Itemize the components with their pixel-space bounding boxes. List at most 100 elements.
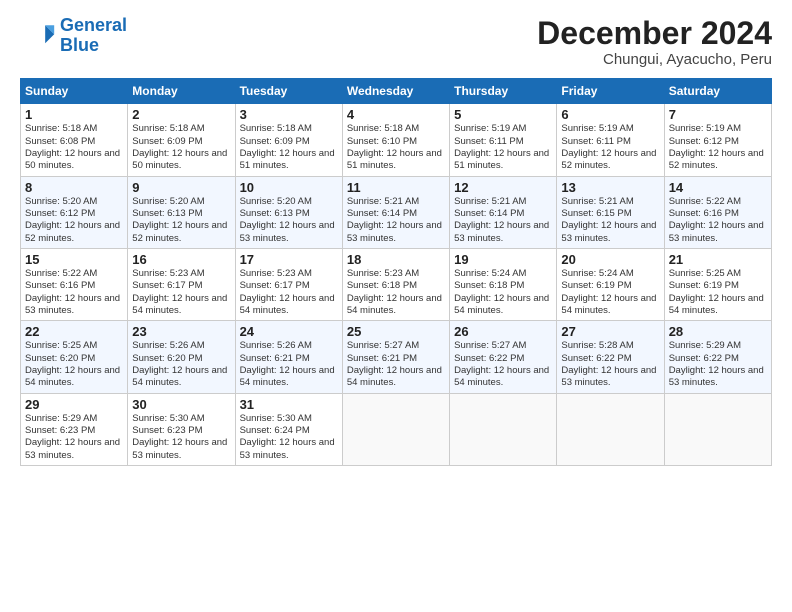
day-info-line: Sunset: 6:08 PM <box>25 136 123 148</box>
day-info-line: Daylight: 12 hours and 51 minutes. <box>347 148 445 173</box>
day-info-line: Sunrise: 5:18 AM <box>25 123 123 135</box>
header-day-tuesday: Tuesday <box>235 79 342 104</box>
location-subtitle: Chungui, Ayacucho, Peru <box>537 51 772 68</box>
day-number: 16 <box>132 252 230 267</box>
day-number: 28 <box>669 324 767 339</box>
day-number: 13 <box>561 180 659 195</box>
calendar-cell <box>557 393 664 465</box>
calendar-cell: 6Sunrise: 5:19 AMSunset: 6:11 PMDaylight… <box>557 104 664 176</box>
day-info-line: Daylight: 12 hours and 52 minutes. <box>25 220 123 245</box>
day-info-line: Sunset: 6:20 PM <box>25 353 123 365</box>
day-number: 22 <box>25 324 123 339</box>
calendar-cell: 20Sunrise: 5:24 AMSunset: 6:19 PMDayligh… <box>557 248 664 320</box>
day-info-line: Sunrise: 5:30 AM <box>132 413 230 425</box>
calendar-cell: 28Sunrise: 5:29 AMSunset: 6:22 PMDayligh… <box>664 321 771 393</box>
calendar-cell: 21Sunrise: 5:25 AMSunset: 6:19 PMDayligh… <box>664 248 771 320</box>
day-info-line: Sunset: 6:22 PM <box>561 353 659 365</box>
day-info-line: Daylight: 12 hours and 54 minutes. <box>347 365 445 390</box>
day-info-line: Daylight: 12 hours and 53 minutes. <box>669 220 767 245</box>
day-info-line: Sunrise: 5:19 AM <box>669 123 767 135</box>
day-info-line: Sunset: 6:21 PM <box>240 353 338 365</box>
day-info-line: Sunrise: 5:21 AM <box>347 196 445 208</box>
day-number: 3 <box>240 107 338 122</box>
day-info-line: Daylight: 12 hours and 54 minutes. <box>240 365 338 390</box>
day-number: 24 <box>240 324 338 339</box>
header: General Blue December 2024 Chungui, Ayac… <box>20 16 772 68</box>
day-info-line: Sunrise: 5:19 AM <box>454 123 552 135</box>
logo-line1: General <box>60 15 127 35</box>
day-info-line: Sunrise: 5:25 AM <box>669 268 767 280</box>
calendar-cell: 15Sunrise: 5:22 AMSunset: 6:16 PMDayligh… <box>21 248 128 320</box>
calendar-cell: 12Sunrise: 5:21 AMSunset: 6:14 PMDayligh… <box>450 176 557 248</box>
day-info-line: Daylight: 12 hours and 53 minutes. <box>561 365 659 390</box>
day-info-line: Daylight: 12 hours and 54 minutes. <box>454 293 552 318</box>
logo: General Blue <box>20 16 127 56</box>
day-number: 30 <box>132 397 230 412</box>
day-number: 27 <box>561 324 659 339</box>
day-info-line: Daylight: 12 hours and 52 minutes. <box>132 220 230 245</box>
calendar-cell: 17Sunrise: 5:23 AMSunset: 6:17 PMDayligh… <box>235 248 342 320</box>
day-info-line: Sunrise: 5:18 AM <box>240 123 338 135</box>
day-info-line: Daylight: 12 hours and 53 minutes. <box>669 365 767 390</box>
header-day-friday: Friday <box>557 79 664 104</box>
calendar-week-row: 8Sunrise: 5:20 AMSunset: 6:12 PMDaylight… <box>21 176 772 248</box>
day-number: 9 <box>132 180 230 195</box>
calendar-week-row: 1Sunrise: 5:18 AMSunset: 6:08 PMDaylight… <box>21 104 772 176</box>
day-number: 7 <box>669 107 767 122</box>
day-info-line: Sunset: 6:16 PM <box>25 280 123 292</box>
day-info-line: Sunrise: 5:27 AM <box>454 340 552 352</box>
day-info-line: Sunset: 6:12 PM <box>25 208 123 220</box>
day-info-line: Daylight: 12 hours and 53 minutes. <box>132 437 230 462</box>
day-info-line: Sunset: 6:23 PM <box>25 425 123 437</box>
day-info-line: Sunrise: 5:27 AM <box>347 340 445 352</box>
day-number: 14 <box>669 180 767 195</box>
day-info-line: Sunrise: 5:29 AM <box>25 413 123 425</box>
day-info-line: Daylight: 12 hours and 54 minutes. <box>561 293 659 318</box>
calendar-cell: 22Sunrise: 5:25 AMSunset: 6:20 PMDayligh… <box>21 321 128 393</box>
calendar-cell: 25Sunrise: 5:27 AMSunset: 6:21 PMDayligh… <box>342 321 449 393</box>
calendar-body: 1Sunrise: 5:18 AMSunset: 6:08 PMDaylight… <box>21 104 772 466</box>
day-number: 18 <box>347 252 445 267</box>
day-info-line: Daylight: 12 hours and 51 minutes. <box>240 148 338 173</box>
title-block: December 2024 Chungui, Ayacucho, Peru <box>537 16 772 68</box>
day-number: 8 <box>25 180 123 195</box>
logo-icon <box>20 18 56 54</box>
day-info-line: Sunrise: 5:21 AM <box>561 196 659 208</box>
day-info-line: Daylight: 12 hours and 52 minutes. <box>669 148 767 173</box>
day-info-line: Sunrise: 5:30 AM <box>240 413 338 425</box>
calendar-cell: 30Sunrise: 5:30 AMSunset: 6:23 PMDayligh… <box>128 393 235 465</box>
calendar-week-row: 15Sunrise: 5:22 AMSunset: 6:16 PMDayligh… <box>21 248 772 320</box>
day-info-line: Sunset: 6:20 PM <box>132 353 230 365</box>
day-info-line: Daylight: 12 hours and 53 minutes. <box>240 220 338 245</box>
calendar-cell: 26Sunrise: 5:27 AMSunset: 6:22 PMDayligh… <box>450 321 557 393</box>
calendar-cell <box>450 393 557 465</box>
day-info-line: Sunrise: 5:25 AM <box>25 340 123 352</box>
day-info-line: Daylight: 12 hours and 50 minutes. <box>132 148 230 173</box>
day-number: 26 <box>454 324 552 339</box>
day-info-line: Sunrise: 5:18 AM <box>347 123 445 135</box>
day-number: 1 <box>25 107 123 122</box>
calendar-cell: 5Sunrise: 5:19 AMSunset: 6:11 PMDaylight… <box>450 104 557 176</box>
day-info-line: Sunrise: 5:20 AM <box>240 196 338 208</box>
day-info-line: Daylight: 12 hours and 52 minutes. <box>561 148 659 173</box>
day-info-line: Sunrise: 5:24 AM <box>561 268 659 280</box>
calendar-cell: 7Sunrise: 5:19 AMSunset: 6:12 PMDaylight… <box>664 104 771 176</box>
day-info-line: Sunset: 6:13 PM <box>132 208 230 220</box>
day-number: 5 <box>454 107 552 122</box>
day-info-line: Sunrise: 5:26 AM <box>240 340 338 352</box>
day-info-line: Sunrise: 5:20 AM <box>132 196 230 208</box>
calendar-cell: 1Sunrise: 5:18 AMSunset: 6:08 PMDaylight… <box>21 104 128 176</box>
day-info-line: Sunset: 6:16 PM <box>669 208 767 220</box>
day-info-line: Daylight: 12 hours and 53 minutes. <box>454 220 552 245</box>
calendar-cell: 13Sunrise: 5:21 AMSunset: 6:15 PMDayligh… <box>557 176 664 248</box>
day-number: 6 <box>561 107 659 122</box>
day-info-line: Sunset: 6:23 PM <box>132 425 230 437</box>
calendar-cell: 24Sunrise: 5:26 AMSunset: 6:21 PMDayligh… <box>235 321 342 393</box>
day-info-line: Sunrise: 5:23 AM <box>240 268 338 280</box>
day-info-line: Sunrise: 5:26 AM <box>132 340 230 352</box>
calendar-week-row: 29Sunrise: 5:29 AMSunset: 6:23 PMDayligh… <box>21 393 772 465</box>
logo-text: General Blue <box>60 16 127 56</box>
day-info-line: Sunrise: 5:20 AM <box>25 196 123 208</box>
day-info-line: Daylight: 12 hours and 54 minutes. <box>240 293 338 318</box>
day-info-line: Daylight: 12 hours and 54 minutes. <box>132 293 230 318</box>
